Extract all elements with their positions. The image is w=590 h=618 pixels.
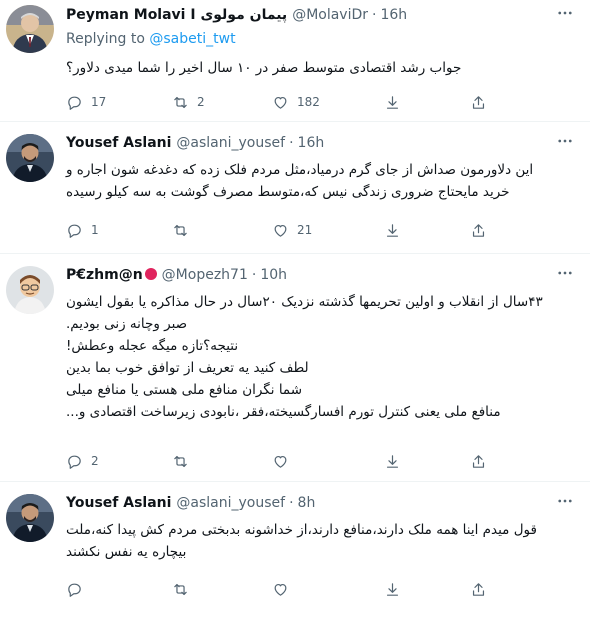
share-icon bbox=[472, 223, 485, 237]
author-handle[interactable]: @aslani_yousef bbox=[176, 495, 285, 511]
download-button[interactable] bbox=[384, 581, 401, 598]
like-count: 182 bbox=[297, 95, 320, 109]
reply-button[interactable] bbox=[66, 581, 91, 598]
replying-to: Replying to @sabeti_twt bbox=[66, 31, 236, 47]
more-icon[interactable] bbox=[556, 264, 574, 286]
retweet-icon bbox=[174, 583, 187, 595]
red-circle-emoji-icon bbox=[144, 268, 157, 280]
retweet-button[interactable] bbox=[172, 453, 197, 470]
retweet-button[interactable]: 2 bbox=[172, 94, 205, 111]
tweet-text-line: خرید مایحتاج ضروری زندگی نیس که،متوسط مص… bbox=[66, 184, 510, 200]
separator-dot: · bbox=[289, 135, 294, 151]
download-button[interactable] bbox=[384, 222, 401, 239]
tweet[interactable]: P€zhm@n @Mopezh71 · 10h ۴۳سال از انقلاب … bbox=[0, 254, 590, 482]
tweet-text-line: منافع ملی یعنی کنترل تورم افسارگسیخته،فق… bbox=[66, 404, 501, 420]
share-icon bbox=[472, 582, 485, 596]
author-name[interactable]: P€zhm@n bbox=[66, 267, 157, 283]
action-bar: 17 2 182 bbox=[66, 93, 486, 111]
more-icon[interactable] bbox=[556, 132, 574, 154]
tweet-text: جواب رشد اقتصادی متوسط صفر در ۱۰ سال اخی… bbox=[66, 57, 578, 79]
reply-button[interactable]: 17 bbox=[66, 94, 106, 111]
retweet-button[interactable] bbox=[172, 581, 197, 598]
timestamp[interactable]: 16h bbox=[298, 135, 325, 151]
timestamp[interactable]: 8h bbox=[298, 495, 316, 511]
like-icon bbox=[274, 455, 287, 468]
share-button[interactable] bbox=[470, 581, 487, 598]
tweet-text-line: نتیجه؟تازه میگه عجله وعطش! bbox=[66, 338, 239, 354]
tweet-text: این دلاورمون صداش از جای گرم درمیاد،مثل … bbox=[66, 159, 578, 203]
tweet[interactable]: Peyman Molavi I پیمان مولوی @MolaviDr · … bbox=[0, 0, 590, 122]
author-name[interactable]: Yousef Aslani bbox=[66, 135, 171, 151]
download-icon bbox=[386, 454, 399, 468]
retweet-icon bbox=[174, 224, 187, 236]
tweet-text-line: صبر وچانه زنی بودیم. bbox=[66, 316, 188, 332]
reply-icon bbox=[68, 455, 81, 469]
replying-label: Replying to bbox=[66, 31, 145, 47]
avatar[interactable] bbox=[6, 134, 54, 182]
author-name-text: P€zhm@n bbox=[66, 267, 143, 283]
share-icon bbox=[472, 454, 485, 468]
separator-dot: · bbox=[289, 495, 294, 511]
reply-button[interactable]: 2 bbox=[66, 453, 99, 470]
retweet-count: 2 bbox=[197, 95, 205, 109]
reply-button[interactable]: 1 bbox=[66, 222, 99, 239]
separator-dot: · bbox=[372, 7, 377, 23]
like-count: 21 bbox=[297, 223, 313, 237]
reply-icon bbox=[68, 224, 81, 238]
download-icon bbox=[386, 223, 399, 237]
action-bar: 1 21 bbox=[66, 221, 486, 239]
download-icon bbox=[386, 582, 399, 596]
replying-handle-link[interactable]: @sabeti_twt bbox=[149, 31, 235, 47]
timestamp[interactable]: 16h bbox=[380, 7, 407, 23]
like-icon bbox=[274, 583, 287, 596]
download-button[interactable] bbox=[384, 94, 401, 111]
author-name[interactable]: Peyman Molavi I پیمان مولوی bbox=[66, 7, 287, 23]
tweet-text: قول میدم اینا همه ملک دارند،منافع دارند،… bbox=[66, 519, 578, 563]
action-bar bbox=[66, 580, 486, 598]
author-name[interactable]: Yousef Aslani bbox=[66, 495, 171, 511]
more-icon[interactable] bbox=[556, 492, 574, 514]
more-icon[interactable] bbox=[556, 4, 574, 26]
tweet-text-line: شما نگران منافع ملی هستی یا منافع میلی bbox=[66, 382, 303, 398]
author-handle[interactable]: @aslani_yousef bbox=[176, 135, 285, 151]
tweet-text-line: قول میدم اینا همه ملک دارند،منافع دارند،… bbox=[66, 522, 537, 538]
share-button[interactable] bbox=[470, 222, 487, 239]
tweet-text-line: ۴۳سال از انقلاب و اولین تحریمها گذشته نز… bbox=[66, 294, 543, 310]
reply-icon bbox=[68, 96, 81, 110]
reply-icon bbox=[68, 583, 81, 597]
like-button[interactable] bbox=[272, 581, 297, 598]
avatar[interactable] bbox=[6, 494, 54, 542]
action-bar: 2 bbox=[66, 452, 486, 470]
author-handle[interactable]: @MolaviDr bbox=[292, 7, 368, 23]
reply-count: 2 bbox=[91, 454, 99, 468]
avatar[interactable] bbox=[6, 5, 54, 53]
tweet[interactable]: Yousef Aslani @aslani_yousef · 8h قول می… bbox=[0, 482, 590, 618]
tweet-text-line: بیچاره یه نفس نکشند bbox=[66, 544, 187, 560]
avatar[interactable] bbox=[6, 266, 54, 314]
retweet-icon bbox=[174, 455, 187, 467]
tweet-text-line: لطف کنید یه تعریف از توافق خوب بما بدین bbox=[66, 360, 309, 376]
download-button[interactable] bbox=[384, 453, 401, 470]
author-handle[interactable]: @Mopezh71 bbox=[162, 267, 248, 283]
download-icon bbox=[386, 95, 399, 109]
like-button[interactable] bbox=[272, 453, 297, 470]
retweet-button[interactable] bbox=[172, 222, 197, 239]
like-button[interactable]: 182 bbox=[272, 94, 320, 111]
share-icon bbox=[472, 95, 485, 109]
timestamp[interactable]: 10h bbox=[260, 267, 287, 283]
share-button[interactable] bbox=[470, 94, 487, 111]
separator-dot: · bbox=[251, 267, 257, 283]
tweet-text: ۴۳سال از انقلاب و اولین تحریمها گذشته نز… bbox=[66, 291, 578, 423]
like-icon bbox=[274, 224, 287, 237]
retweet-icon bbox=[174, 96, 187, 108]
reply-count: 1 bbox=[91, 223, 99, 237]
like-button[interactable]: 21 bbox=[272, 222, 312, 239]
like-icon bbox=[274, 96, 287, 109]
tweet-text-line: این دلاورمون صداش از جای گرم درمیاد،مثل … bbox=[66, 162, 534, 178]
reply-count: 17 bbox=[91, 95, 107, 109]
share-button[interactable] bbox=[470, 453, 487, 470]
tweet-text-line: جواب رشد اقتصادی متوسط صفر در ۱۰ سال اخی… bbox=[66, 60, 462, 76]
tweet[interactable]: Yousef Aslani @aslani_yousef · 16h این د… bbox=[0, 122, 590, 254]
